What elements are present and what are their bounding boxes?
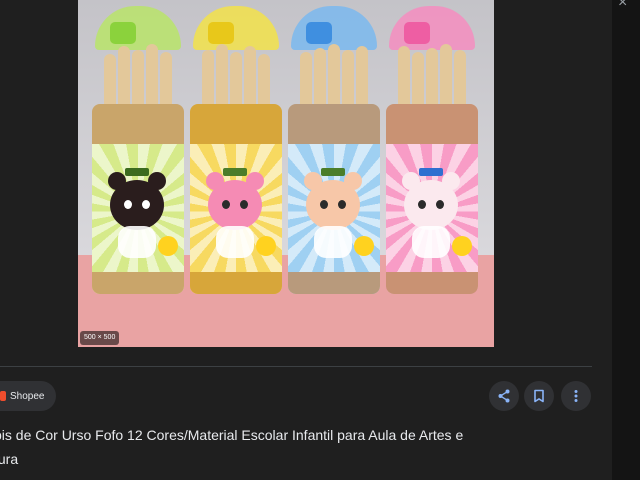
save-button[interactable]	[524, 381, 554, 411]
product-title-link[interactable]: pis de Cor Urso Fofo 12 Cores/Material E…	[0, 423, 574, 471]
source-name: Shopee	[10, 390, 45, 402]
product-image[interactable]	[78, 0, 494, 347]
close-icon[interactable]: ×	[618, 0, 627, 12]
share-button[interactable]	[489, 381, 519, 411]
source-chip[interactable]: Shopee	[0, 381, 57, 411]
pencil-tube-yellow	[190, 6, 282, 296]
pencil-tube-blue	[288, 6, 380, 296]
bookmark-icon	[534, 389, 544, 403]
faded-meta-line	[0, 471, 300, 480]
pencil-tube-green	[92, 6, 184, 296]
more-vert-icon	[574, 390, 578, 402]
image-size-badge: 500 × 500	[80, 331, 120, 345]
image-detail-panel: ‹	[0, 0, 612, 480]
share-icon	[498, 389, 510, 403]
pencil-tube-pink	[386, 6, 478, 296]
divider	[0, 366, 592, 367]
prev-arrow-icon[interactable]: ‹	[0, 20, 8, 40]
shopee-favicon-icon	[0, 391, 6, 401]
more-options-button[interactable]	[561, 381, 591, 411]
right-edge-panel: ×	[612, 0, 640, 480]
